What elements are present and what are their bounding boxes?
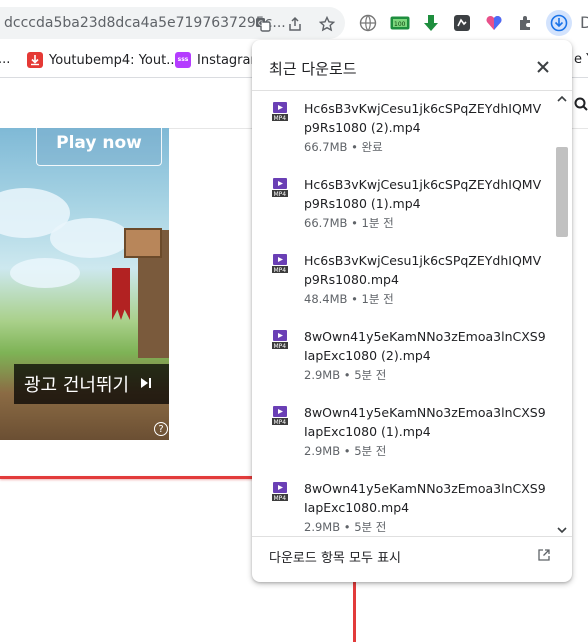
- mp4-file-icon: MP4: [272, 102, 288, 122]
- downloads-list[interactable]: MP4 Hc6sB3vKwjCesu1jk6cSPqZEYdhIQMVp9Rs1…: [252, 91, 572, 536]
- game-advertisement[interactable]: Play now 광고 건너뛰기 ?: [0, 128, 169, 440]
- show-all-downloads-link[interactable]: 다운로드 항목 모두 표시: [269, 547, 401, 566]
- download-item[interactable]: MP4 8wOwn41y5eKamNNo3zEmoa3lnCXS9IapExc1…: [252, 395, 552, 471]
- download-filename[interactable]: 8wOwn41y5eKamNNo3zEmoa3lnCXS9IapExc1080 …: [304, 403, 549, 441]
- download-filename[interactable]: 8wOwn41y5eKamNNo3zEmoa3lnCXS9IapExc1080 …: [304, 327, 549, 365]
- download-arrow-extension-icon[interactable]: [420, 12, 442, 34]
- battery-extension-icon[interactable]: 100: [389, 12, 411, 34]
- cloud-shape: [50, 218, 130, 258]
- bookmark-label: Youtubemp4: Yout...: [49, 52, 179, 68]
- bookmark-item-youtubemp4[interactable]: Youtubemp4: Yout...: [27, 52, 179, 68]
- browser-toolbar: dcccda5ba23d8dca4a5e7197637295c... G 100…: [0, 0, 588, 45]
- tower-roof-illustration: [124, 228, 162, 258]
- mp4-file-icon: MP4: [272, 406, 288, 426]
- info-icon[interactable]: ?: [154, 422, 168, 436]
- download-status: 66.7MB • 완료: [304, 140, 383, 154]
- mp4-file-icon: MP4: [272, 178, 288, 198]
- download-filename[interactable]: Hc6sB3vKwjCesu1jk6cSPqZEYdhIQMVp9Rs1080 …: [304, 175, 549, 213]
- translate-icon[interactable]: G: [254, 15, 272, 33]
- download-item[interactable]: MP4 Hc6sB3vKwjCesu1jk6cSPqZEYdhIQMVp9Rs1…: [252, 243, 552, 319]
- download-item[interactable]: MP4 8wOwn41y5eKamNNo3zEmoa3lnCXS9IapExc1…: [252, 471, 552, 536]
- svg-text:MP4: MP4: [274, 495, 287, 502]
- skip-ad-button[interactable]: 광고 건너뛰기: [14, 364, 169, 404]
- skip-next-icon: [139, 374, 153, 395]
- downloads-button-icon[interactable]: [546, 10, 572, 36]
- downloads-panel: 최근 다운로드 MP4 Hc6sB3vKwjCesu1jk6cSPqZEYdhI…: [252, 40, 572, 582]
- bookmark-star-icon[interactable]: [318, 15, 336, 33]
- download-filename[interactable]: Hc6sB3vKwjCesu1jk6cSPqZEYdhIQMVp9Rs1080 …: [304, 99, 549, 137]
- footer-divider: [252, 536, 572, 537]
- skip-ad-label: 광고 건너뛰기: [24, 375, 130, 396]
- download-item[interactable]: MP4 8wOwn41y5eKamNNo3zEmoa3lnCXS9IapExc1…: [252, 319, 552, 395]
- bookmark-item-instagram[interactable]: sss Instagram: [175, 52, 263, 68]
- download-item[interactable]: MP4 Hc6sB3vKwjCesu1jk6cSPqZEYdhIQMVp9Rs1…: [252, 167, 552, 243]
- sss-favicon-icon: sss: [175, 52, 191, 68]
- close-icon[interactable]: [532, 56, 554, 78]
- download-status: 66.7MB • 1분 전: [304, 216, 394, 230]
- url-text[interactable]: dcccda5ba23d8dca4a5e7197637295c...: [4, 15, 286, 31]
- download-status: 2.9MB • 5분 전: [304, 520, 387, 534]
- red-banner-illustration: [112, 268, 130, 320]
- svg-text:100: 100: [394, 21, 406, 28]
- mp4-file-icon: MP4: [272, 482, 288, 502]
- svg-text:MP4: MP4: [274, 191, 287, 198]
- svg-text:MP4: MP4: [274, 267, 287, 274]
- svg-text:MP4: MP4: [274, 115, 287, 122]
- svg-text:MP4: MP4: [274, 419, 287, 426]
- extensions-puzzle-icon[interactable]: [515, 12, 537, 34]
- scrollbar-thumb[interactable]: [556, 147, 568, 237]
- bookmark-overflow-text[interactable]: e Y: [574, 52, 588, 67]
- download-filename[interactable]: 8wOwn41y5eKamNNo3zEmoa3lnCXS9IapExc1080.…: [304, 479, 549, 517]
- download-status: 2.9MB • 5분 전: [304, 444, 387, 458]
- page-search-icon[interactable]: [574, 96, 588, 115]
- open-in-new-icon[interactable]: [536, 547, 552, 563]
- youtubemp4-favicon-icon: [27, 52, 43, 68]
- download-status: 2.9MB • 5분 전: [304, 368, 387, 382]
- globe-extension-icon[interactable]: [357, 12, 379, 34]
- download-item[interactable]: MP4 Hc6sB3vKwjCesu1jk6cSPqZEYdhIQMVp9Rs1…: [252, 91, 552, 167]
- scroll-up-arrow-icon[interactable]: [557, 94, 567, 104]
- play-now-button[interactable]: Play now: [36, 128, 162, 166]
- downloads-title: 최근 다운로드: [269, 60, 357, 78]
- scroll-down-arrow-icon[interactable]: [557, 525, 567, 535]
- svg-text:G: G: [258, 20, 263, 28]
- svg-text:MP4: MP4: [274, 343, 287, 350]
- puzzle-dark-extension-icon[interactable]: [451, 12, 473, 34]
- mp4-file-icon: MP4: [272, 330, 288, 350]
- share-icon[interactable]: [286, 15, 304, 33]
- toolbar-edge-char: D: [580, 13, 588, 32]
- bookmark-label: ...: [0, 52, 11, 67]
- download-filename[interactable]: Hc6sB3vKwjCesu1jk6cSPqZEYdhIQMVp9Rs1080.…: [304, 251, 549, 289]
- mp4-file-icon: MP4: [272, 254, 288, 274]
- heart-extension-icon[interactable]: [483, 12, 505, 34]
- cloud-shape: [10, 258, 80, 288]
- bookmark-item-0[interactable]: ...: [0, 52, 10, 67]
- download-status: 48.4MB • 1분 전: [304, 292, 394, 306]
